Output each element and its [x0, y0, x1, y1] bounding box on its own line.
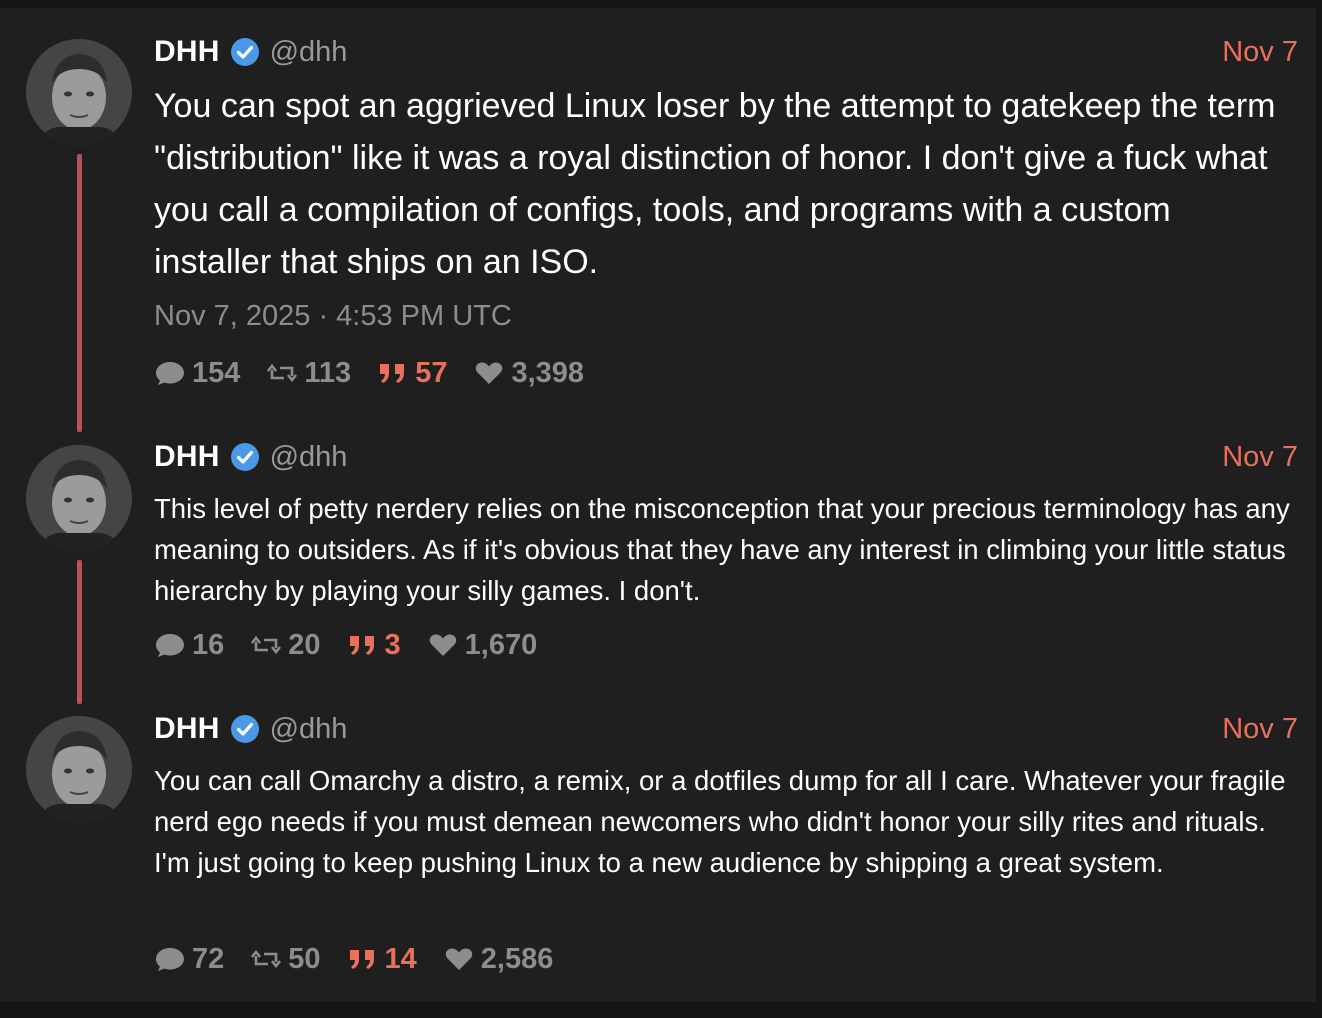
- heart-icon: [429, 634, 456, 656]
- quote-icon: [380, 364, 405, 383]
- quote-count: 3: [384, 628, 401, 661]
- like-stat[interactable]: 2,586: [443, 942, 554, 976]
- reply-stat[interactable]: 16: [154, 629, 224, 662]
- tweet-stats: 16 20 3 1,670: [154, 625, 563, 665]
- like-count: 2,586: [480, 942, 554, 975]
- comment-icon: [156, 634, 184, 657]
- author-name[interactable]: DHH: [154, 440, 220, 474]
- retweet-stat[interactable]: 113: [266, 357, 351, 390]
- quote-icon: [349, 636, 374, 655]
- thread-connector-line: [77, 154, 82, 432]
- tweet-header: DHH @dhh Nov 7: [154, 437, 1298, 477]
- retweet-count: 20: [288, 628, 321, 661]
- quote-icon: [349, 950, 374, 969]
- tweet-text: You can spot an aggrieved Linux loser by…: [154, 87, 1276, 281]
- tweet-text: This level of petty nerdery relies on th…: [154, 493, 1290, 606]
- retweet-icon: [251, 949, 282, 969]
- tweet-timestamp[interactable]: Nov 7, 2025 · 4:53 PM UTC: [154, 300, 512, 333]
- tweet-date-link[interactable]: Nov 7: [1222, 713, 1298, 746]
- retweet-icon: [251, 635, 282, 655]
- verified-badge-icon: [230, 714, 260, 744]
- thread-connector-line: [77, 560, 82, 704]
- retweet-icon: [267, 363, 298, 383]
- reply-count: 154: [192, 356, 241, 389]
- like-count: 3,398: [511, 356, 585, 389]
- retweet-count: 113: [304, 356, 352, 389]
- quote-stat[interactable]: 57: [377, 357, 447, 390]
- tweet-date-link[interactable]: Nov 7: [1222, 441, 1298, 474]
- thread-panel: DHH @dhh Nov 7 You can spot an aggrieved…: [0, 8, 1316, 1002]
- quote-count: 57: [415, 356, 448, 389]
- comment-icon: [156, 948, 184, 971]
- retweet-count: 50: [288, 942, 321, 975]
- like-stat[interactable]: 1,670: [427, 628, 538, 662]
- quote-stat[interactable]: 3: [347, 629, 401, 662]
- heart-icon: [445, 948, 473, 970]
- tweet-date-link[interactable]: Nov 7: [1222, 36, 1298, 69]
- author-handle[interactable]: @dhh: [270, 36, 348, 69]
- avatar[interactable]: [26, 39, 132, 145]
- like-stat[interactable]: 3,398: [473, 357, 584, 390]
- verified-badge-icon: [230, 442, 260, 472]
- heart-icon: [476, 362, 503, 384]
- reply-count: 16: [192, 628, 225, 661]
- author-name[interactable]: DHH: [154, 35, 220, 69]
- tweet-stats: 154 113 57 3,398: [154, 353, 610, 393]
- quote-count: 14: [384, 942, 417, 975]
- tweet-stats: 72 50 14 2,586: [154, 939, 579, 979]
- reply-stat[interactable]: 154: [154, 357, 240, 390]
- verified-badge-icon: [230, 37, 260, 67]
- comment-icon: [156, 362, 184, 385]
- quote-stat[interactable]: 14: [347, 943, 417, 976]
- tweet-text: You can call Omarchy a distro, a remix, …: [154, 765, 1286, 878]
- reply-stat[interactable]: 72: [154, 943, 224, 976]
- author-handle[interactable]: @dhh: [270, 441, 348, 474]
- avatar[interactable]: [26, 716, 132, 822]
- retweet-stat[interactable]: 50: [250, 942, 321, 976]
- tweet-header: DHH @dhh Nov 7: [154, 32, 1298, 72]
- avatar[interactable]: [26, 445, 132, 551]
- retweet-stat[interactable]: 20: [250, 628, 321, 662]
- reply-count: 72: [192, 942, 225, 975]
- like-count: 1,670: [464, 628, 538, 661]
- tweet-header: DHH @dhh Nov 7: [154, 709, 1298, 749]
- screen: DHH @dhh Nov 7 You can spot an aggrieved…: [0, 0, 1322, 1018]
- author-name[interactable]: DHH: [154, 712, 220, 746]
- author-handle[interactable]: @dhh: [270, 713, 348, 746]
